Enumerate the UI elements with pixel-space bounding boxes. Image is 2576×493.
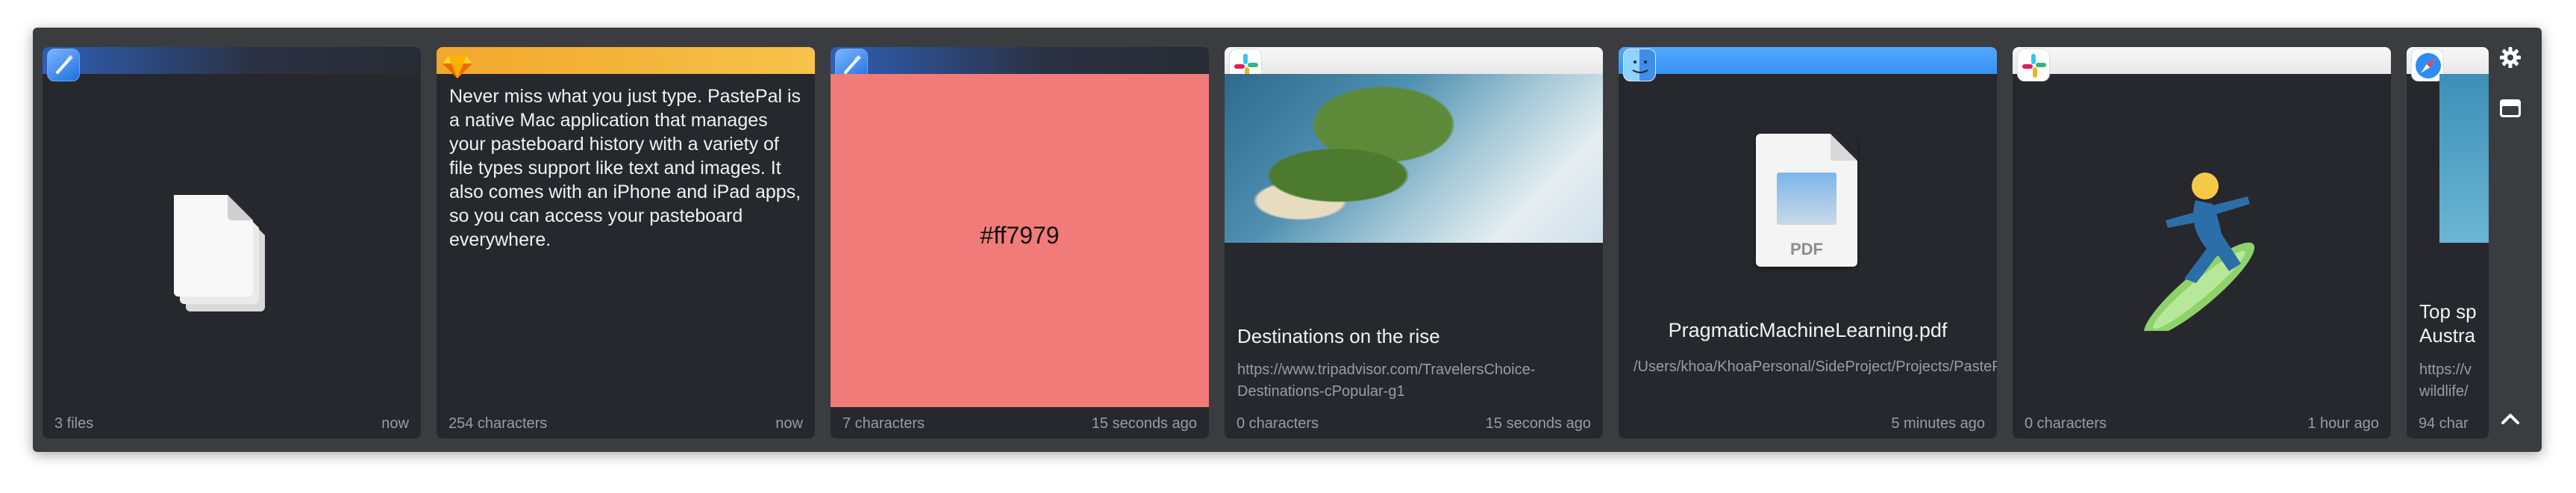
character-count: 0 characters [2025,415,2107,432]
card-footer: 94 char [2419,412,2489,432]
toggle-panel-button[interactable] [2495,93,2525,123]
card-footer: 0 characters 15 seconds ago [1237,412,1591,432]
card-header [43,47,421,74]
clip-card-emoji[interactable]: 0 characters 1 hour ago [2013,47,2391,438]
timestamp: 1 hour ago [2307,415,2379,432]
card-footer: 254 characters now [448,412,803,432]
clip-card-files[interactable]: 3 files now [43,47,421,438]
settings-button[interactable] [2495,43,2525,72]
collapse-button[interactable] [2495,404,2525,434]
timestamp: now [381,415,409,432]
timestamp: 15 seconds ago [1091,415,1197,432]
chevron-up-icon [2501,414,2519,424]
slack-icon [2017,49,2050,81]
character-count: 254 characters [448,415,548,432]
gear-icon [2500,47,2521,68]
character-count: 94 char [2419,415,2469,432]
clip-card-link-partial[interactable]: Top sp Austra https://v wildlife/ 94 cha… [2407,47,2489,438]
link-url: https://www.tripadvisor.com/TravelersCho… [1237,362,1536,400]
card-header [831,47,1209,74]
link-title: Destinations on the rise [1237,325,1440,347]
panel-icon [2500,99,2521,117]
file-path: /Users/khoa/KhoaPersonal/SideProject/Pro… [1634,359,1997,375]
finder-icon [1623,49,1656,81]
card-footer: 0 characters 1 hour ago [2025,412,2379,432]
surfer-emoji-icon [2143,173,2255,331]
link-title: Top sp Austra [2419,300,2477,347]
character-count: 3 files [54,415,94,432]
card-footer: 7 characters 15 seconds ago [842,412,1197,432]
clip-card-color[interactable]: #ff7979 7 characters 15 seconds ago [831,47,1209,438]
card-header [2013,47,2391,74]
clip-text-preview: Never miss what you just type. PastePal … [449,86,801,250]
clip-card-link[interactable]: Destinations on the rise https://www.tri… [1225,47,1603,438]
color-swatch: #ff7979 [831,74,1209,407]
card-footer: 5 minutes ago [1631,412,1985,432]
character-count: 0 characters [1237,415,1319,432]
file-name: PragmaticMachineLearning.pdf [1668,319,1948,341]
link-preview-image [2439,74,2489,243]
pdf-label: PDF [1790,240,1823,258]
card-header [1619,47,1997,74]
link-preview-image [1225,74,1603,243]
xcode-icon [47,49,80,81]
files-icon [174,195,265,311]
sketch-icon [441,49,474,81]
link-url: https://v wildlife/ [2419,362,2472,400]
card-footer: 3 files now [54,412,409,432]
timestamp: now [775,415,803,432]
card-header [437,47,815,74]
timestamp: 5 minutes ago [1891,415,1985,432]
clipboard-history-panel: 3 files now Never miss what you just typ… [33,28,2542,452]
timestamp: 15 seconds ago [1485,415,1591,432]
clip-card-text[interactable]: Never miss what you just type. PastePal … [437,47,815,438]
character-count: 7 characters [842,415,925,432]
clip-card-pdf[interactable]: PDF PragmaticMachineLearning.pdf /Users/… [1619,47,1997,438]
pdf-icon: PDF [1756,134,1857,267]
color-value: #ff7979 [980,222,1060,249]
card-header [1225,47,1603,74]
